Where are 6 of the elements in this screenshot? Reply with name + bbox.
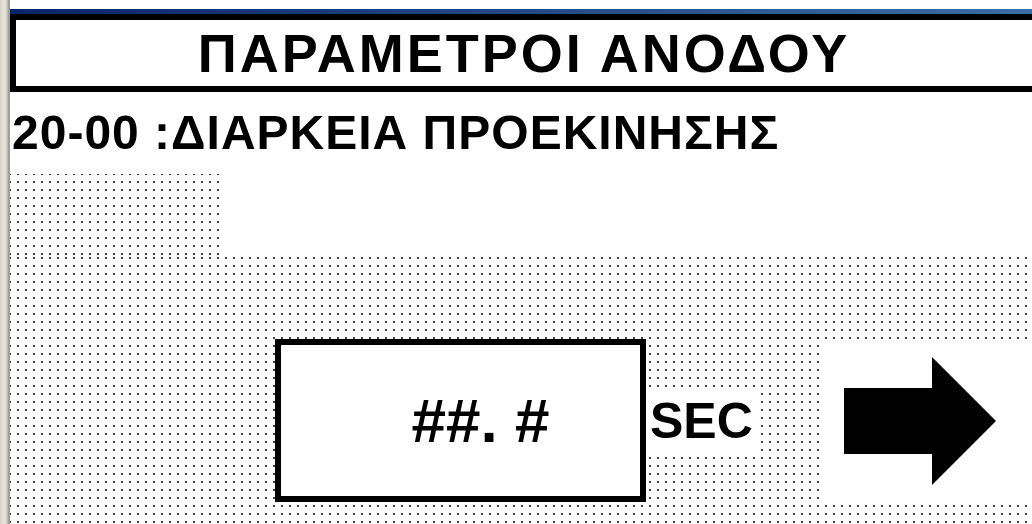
right-arrow-icon	[844, 356, 996, 485]
next-button[interactable]	[844, 356, 996, 485]
value-text: ##. #	[410, 385, 550, 456]
screen-title: ΠΑΡΑΜΕΤΡΟΙ ΑΝΟΔΟΥ	[197, 26, 851, 80]
value-field[interactable]: ##. #	[275, 339, 646, 502]
parameter-label: 20-00 :ΔΙΑΡΚΕΙΑ ΠΡΟΕΚΙΝΗΣΗΣ	[12, 109, 780, 157]
